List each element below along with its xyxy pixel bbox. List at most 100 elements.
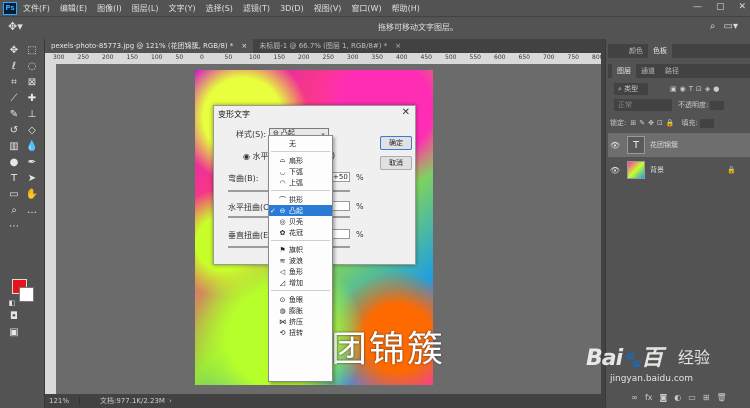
style-option[interactable]: ◠ 上弧 [269,177,332,188]
search-icon[interactable]: ⌕ [710,21,716,32]
tab-swatches[interactable]: 色板 [648,44,672,58]
lasso-icon[interactable]: ℓ [6,59,22,73]
eyedropper-icon[interactable]: ⟋ [6,91,22,105]
crop-icon[interactable]: ⌗ [6,75,22,89]
ok-button[interactable]: 确定 [380,136,412,150]
style-option-label: 下弧 [289,167,303,176]
style-option[interactable]: 无 [269,138,332,149]
menu-bar: Ps 文件(F) 编辑(E) 图像(I) 图层(L) 文字(Y) 选择(S) 滤… [0,0,750,16]
menu-image[interactable]: 图像(I) [97,3,122,14]
shape-icon[interactable]: ▭ [6,187,22,201]
workspace-icon[interactable]: ▭▾ [724,21,738,32]
chevron-right-icon[interactable]: › [169,397,172,405]
style-label: 样式(S): [236,130,267,139]
close-icon[interactable]: ✕ [738,2,746,12]
minimize-icon[interactable]: — [693,2,702,12]
layer-row-text[interactable]: 👁 T 花团锦簇 [608,133,750,157]
bend-input[interactable]: +50 [330,172,350,182]
menu-help[interactable]: 帮助(H) [392,3,420,14]
layer-row-background[interactable]: 👁 背景 🔒 [608,158,750,182]
v-distort-label: 垂直扭曲(E [228,231,269,240]
style-option[interactable]: ◡ 下弧 [269,166,332,177]
menu-view[interactable]: 视图(V) [314,3,342,14]
quick-mask-icon[interactable]: ◘ [6,309,22,323]
ruler-tick: 250 [322,54,334,61]
menu-select[interactable]: 选择(S) [206,3,233,14]
move-icon[interactable]: ✥ [6,43,22,57]
ruler-tick: 450 [420,54,432,61]
path-select-icon[interactable]: ➤ [24,171,40,185]
close-icon[interactable]: ✕ [402,107,410,118]
ruler-tick: 700 [543,54,555,61]
visibility-eye-icon[interactable]: 👁 [608,141,622,150]
h-distort-input[interactable] [330,201,350,211]
eraser-icon[interactable]: ◇ [24,123,40,137]
hand-icon[interactable]: ✋ [24,187,40,201]
menu-window[interactable]: 窗口(W) [351,3,381,14]
screen-mode-icon[interactable]: ▣ [6,325,22,339]
zoom-level[interactable]: 121% [45,397,80,405]
move-tool-icon[interactable]: ✥▾ [8,20,23,33]
layer-filter-kind[interactable]: ⌕ 类型 [614,83,648,95]
edit-toolbar-icon[interactable]: ⋯ [6,219,22,233]
tab-layers[interactable]: 图层 [612,64,636,78]
dodge-icon[interactable]: ● [6,155,22,169]
close-icon[interactable]: × [395,42,401,50]
style-option[interactable]: ⌒ 拱形 [269,194,332,205]
blur-icon[interactable]: 💧 [24,139,40,153]
style-option[interactable]: ✓ ⊖ 凸起 [269,205,332,216]
type-icon[interactable]: T [6,171,22,185]
style-option[interactable]: ⋈ 挤压 [269,316,332,327]
tab-pexels-photo[interactable]: pexels-photo-85773.jpg @ 121% (花团锦簇, RGB… [45,39,254,53]
lock-icons[interactable]: ⊞✎✥⊡🔒 [630,119,677,127]
v-distort-input[interactable] [330,229,350,239]
layer-name: 背景 [650,166,664,174]
tab-paths[interactable]: 路径 [660,64,684,78]
style-option[interactable]: ⊙ 鱼眼 [269,294,332,305]
menu-edit[interactable]: 编辑(E) [60,3,87,14]
style-option[interactable]: ≋ 波浪 [269,255,332,266]
horizontal-radio[interactable]: ◉ 水平 [243,151,269,162]
opacity-field[interactable] [710,100,725,110]
style-option[interactable]: ⟲ 扭转 [269,327,332,338]
tab-label: 未标题-1 @ 66.7% (图层 1, RGB/8#) * [259,42,388,50]
zoom-icon[interactable]: ⌕ [6,203,22,217]
menu-filter[interactable]: 滤镜(T) [243,3,270,14]
menu-type[interactable]: 文字(Y) [168,3,195,14]
marquee-icon[interactable]: ⬚ [24,43,40,57]
default-colors-icon[interactable]: ◧ [4,296,20,310]
style-option[interactable]: ◎ 贝壳 [269,216,332,227]
background-color-swatch[interactable] [19,287,34,302]
style-option[interactable]: ◁ 鱼形 [269,266,332,277]
style-option[interactable]: ✿ 花冠 [269,227,332,238]
filter-icons[interactable]: ▣◉T⊡◈● [670,85,722,93]
visibility-eye-icon[interactable]: 👁 [608,166,622,175]
frame-icon[interactable]: ⊠ [24,75,40,89]
fill-field[interactable] [699,118,714,128]
menu-3d[interactable]: 3D(D) [280,4,304,13]
tab-untitled-1[interactable]: 未标题-1 @ 66.7% (图层 1, RGB/8#) * × [253,39,407,53]
pen-icon[interactable]: ✒ [24,155,40,169]
history-brush-icon[interactable]: ↺ [6,123,22,137]
menu-layer[interactable]: 图层(L) [132,3,159,14]
style-option[interactable]: ◿ 增加 [269,277,332,288]
menu-file[interactable]: 文件(F) [23,3,50,14]
quick-select-icon[interactable]: ◌ [24,59,40,73]
cancel-button[interactable]: 取消 [380,156,412,170]
blend-mode-select[interactable]: 正常 [614,99,672,111]
tab-color[interactable]: 颜色 [624,44,648,58]
tab-channels[interactable]: 通道 [636,64,660,78]
lock-icon: 🔒 [727,166,736,174]
style-option[interactable]: ⌓ 扇形 [269,155,332,166]
style-option[interactable]: ⚑ 旗帜 [269,244,332,255]
gradient-icon[interactable]: ▥ [6,139,22,153]
options-hint: 拖移可移动文字图层。 [378,23,458,32]
maximize-icon[interactable]: ▢ [716,2,725,12]
brush-icon[interactable]: ✎ [6,107,22,121]
watermark-cn: 经验 [678,348,711,367]
stamp-icon[interactable]: ⊥ [24,107,40,121]
patch-icon[interactable]: ✚ [24,91,40,105]
style-option[interactable]: ◍ 膨胀 [269,305,332,316]
more-tools-icon[interactable]: … [24,203,40,217]
close-icon[interactable]: × [241,42,247,50]
